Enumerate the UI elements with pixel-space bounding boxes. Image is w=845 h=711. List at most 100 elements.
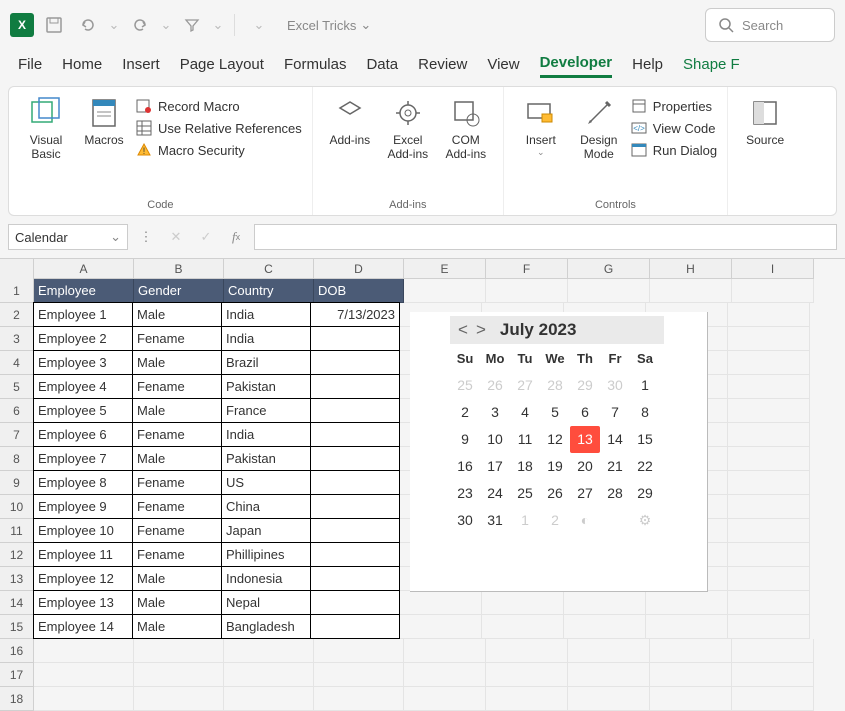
record-macro-button[interactable]: Record Macro: [135, 97, 302, 115]
qat-customize-icon[interactable]: ⌄: [245, 11, 273, 39]
cell[interactable]: [134, 687, 224, 711]
cell[interactable]: [732, 279, 814, 303]
calendar-date[interactable]: 5: [540, 399, 570, 426]
cell[interactable]: [310, 518, 400, 543]
cell[interactable]: [728, 399, 810, 423]
calendar-date[interactable]: 20: [570, 453, 600, 480]
cell[interactable]: [486, 279, 568, 303]
calendar-date[interactable]: 8: [630, 399, 660, 426]
cell[interactable]: Male: [132, 566, 222, 591]
cell[interactable]: [646, 615, 728, 639]
cell[interactable]: Male: [132, 350, 222, 375]
cell[interactable]: [134, 639, 224, 663]
calendar-date[interactable]: 16: [450, 453, 480, 480]
chevron-down-icon[interactable]: ⌄: [108, 11, 120, 39]
calendar-date[interactable]: 27: [570, 480, 600, 507]
cancel-icon[interactable]: ✕: [164, 225, 188, 249]
cell[interactable]: [728, 543, 810, 567]
calendar-next-button[interactable]: >: [474, 320, 488, 340]
cell[interactable]: [310, 590, 400, 615]
row-header[interactable]: 14: [0, 591, 34, 615]
col-header[interactable]: F: [486, 259, 568, 279]
insert-control-button[interactable]: Insert⌄: [514, 93, 568, 160]
cell[interactable]: [310, 422, 400, 447]
cell[interactable]: Pakistan: [221, 374, 311, 399]
calendar-date[interactable]: ◐: [570, 507, 600, 534]
cell[interactable]: 7/13/2023: [310, 302, 400, 327]
cell[interactable]: Employee 9: [33, 494, 133, 519]
enter-icon[interactable]: ✓: [194, 225, 218, 249]
cell[interactable]: Fename: [132, 542, 222, 567]
row-header[interactable]: 3: [0, 327, 34, 351]
fx-icon[interactable]: fx: [224, 225, 248, 249]
cell[interactable]: Employee 14: [33, 614, 133, 639]
tab-shape-format[interactable]: Shape F: [683, 56, 740, 77]
document-name[interactable]: Excel Tricks ⌄: [279, 17, 379, 33]
chevron-down-icon[interactable]: ⌄: [212, 11, 224, 39]
row-header[interactable]: 13: [0, 567, 34, 591]
tab-view[interactable]: View: [487, 56, 519, 77]
col-header[interactable]: G: [568, 259, 650, 279]
row-header[interactable]: 18: [0, 687, 34, 711]
calendar-date[interactable]: 12: [540, 426, 570, 453]
cell[interactable]: Male: [132, 590, 222, 615]
cell[interactable]: [486, 639, 568, 663]
cell[interactable]: Employee 8: [33, 470, 133, 495]
cell[interactable]: [728, 495, 810, 519]
cell[interactable]: [732, 639, 814, 663]
row-header[interactable]: 2: [0, 303, 34, 327]
cell[interactable]: [314, 639, 404, 663]
cell[interactable]: [400, 591, 482, 615]
cell[interactable]: [650, 279, 732, 303]
row-header[interactable]: 16: [0, 639, 34, 663]
calendar-date[interactable]: 9: [450, 426, 480, 453]
cell[interactable]: Employee 6: [33, 422, 133, 447]
search-input[interactable]: Search: [705, 8, 835, 42]
cell[interactable]: Male: [132, 398, 222, 423]
cell[interactable]: Employee 3: [33, 350, 133, 375]
tab-review[interactable]: Review: [418, 56, 467, 77]
com-addins-button[interactable]: COM Add-ins: [439, 93, 493, 164]
run-dialog-button[interactable]: Run Dialog: [630, 141, 717, 159]
tab-data[interactable]: Data: [366, 56, 398, 77]
tab-page-layout[interactable]: Page Layout: [180, 56, 264, 77]
cell[interactable]: Male: [132, 614, 222, 639]
cell[interactable]: Fename: [132, 494, 222, 519]
row-header[interactable]: 1: [0, 279, 34, 303]
cell[interactable]: [728, 423, 810, 447]
cell[interactable]: Male: [132, 446, 222, 471]
row-header[interactable]: 17: [0, 663, 34, 687]
cell[interactable]: [728, 447, 810, 471]
cell[interactable]: [310, 494, 400, 519]
row-header[interactable]: 6: [0, 399, 34, 423]
cell[interactable]: [568, 279, 650, 303]
calendar-date[interactable]: 18: [510, 453, 540, 480]
cell[interactable]: [646, 591, 728, 615]
name-box[interactable]: Calendar⌄: [8, 224, 128, 250]
cell[interactable]: India: [221, 302, 311, 327]
properties-button[interactable]: Properties: [630, 97, 717, 115]
tab-developer[interactable]: Developer: [540, 54, 613, 78]
calendar-date[interactable]: 25: [450, 372, 480, 399]
excel-addins-button[interactable]: Excel Add-ins: [381, 93, 435, 164]
cell[interactable]: [224, 639, 314, 663]
cell[interactable]: [310, 566, 400, 591]
cell[interactable]: [728, 591, 810, 615]
calendar-date[interactable]: ⚙: [630, 507, 660, 534]
calendar-date[interactable]: 29: [630, 480, 660, 507]
cell[interactable]: Employee 13: [33, 590, 133, 615]
cell[interactable]: [314, 687, 404, 711]
calendar-date[interactable]: 24: [480, 480, 510, 507]
cell[interactable]: [564, 615, 646, 639]
view-code-button[interactable]: </>View Code: [630, 119, 717, 137]
filter-icon[interactable]: [178, 11, 206, 39]
cell[interactable]: Fename: [132, 470, 222, 495]
row-header[interactable]: 7: [0, 423, 34, 447]
calendar-date[interactable]: 25: [510, 480, 540, 507]
cell[interactable]: Bangladesh: [221, 614, 311, 639]
cell[interactable]: [310, 542, 400, 567]
macros-button[interactable]: Macros: [77, 93, 131, 149]
cell[interactable]: China: [221, 494, 311, 519]
cell[interactable]: [728, 567, 810, 591]
cell[interactable]: [732, 687, 814, 711]
